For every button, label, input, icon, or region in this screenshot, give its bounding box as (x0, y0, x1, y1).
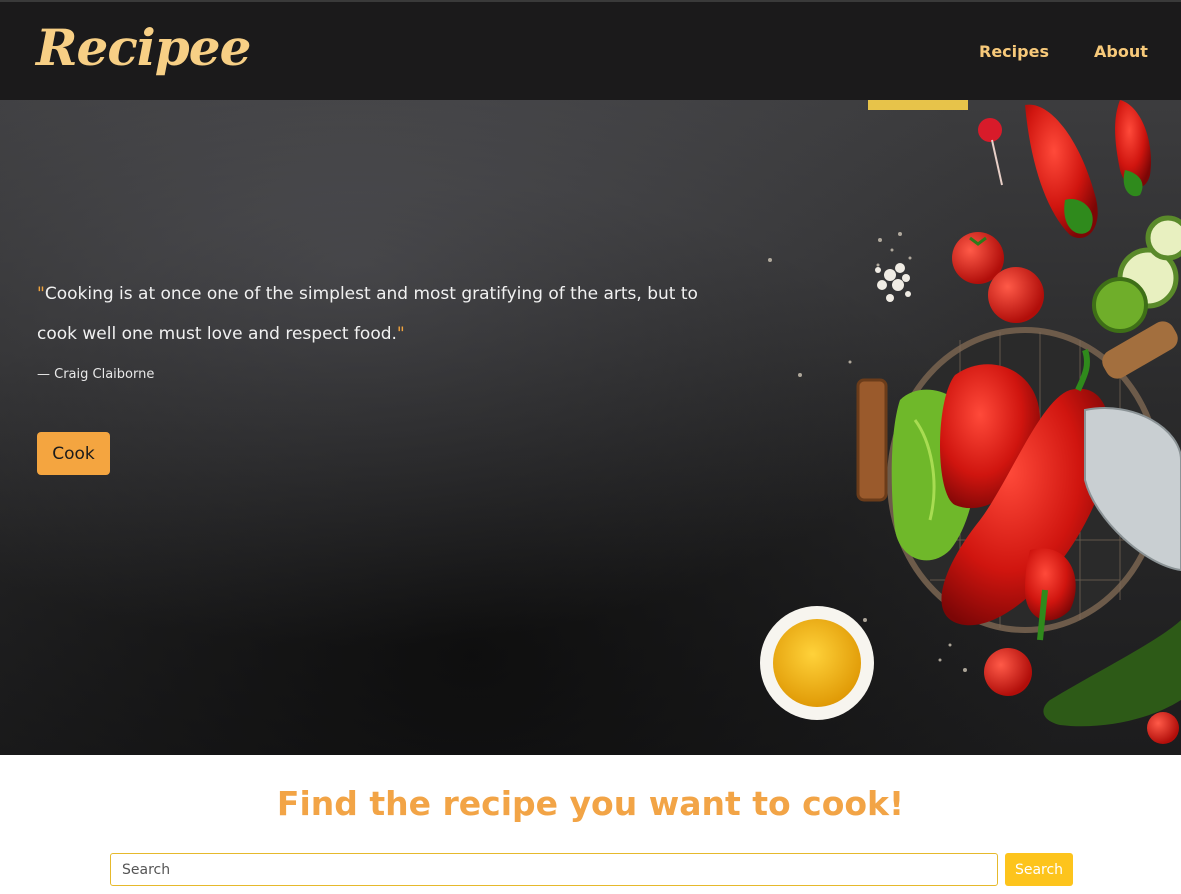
nav-link-recipes[interactable]: Recipes (979, 42, 1049, 61)
search-heading: Find the recipe you want to cook! (276, 784, 905, 823)
nav-link-about[interactable]: About (1094, 42, 1148, 61)
quote-close-mark: " (396, 324, 405, 344)
hero-section: "Cooking is at once one of the simplest … (0, 100, 1181, 755)
logo[interactable]: Recipee (36, 18, 251, 77)
search-input[interactable] (110, 853, 998, 886)
search-button[interactable]: Search (1005, 853, 1073, 886)
hero-quote: "Cooking is at once one of the simplest … (37, 274, 717, 354)
cook-button[interactable]: Cook (37, 432, 110, 475)
vegetables-image (760, 100, 1181, 744)
quote-open-mark: " (37, 284, 45, 304)
quote-text: Cooking is at once one of the simplest a… (37, 284, 698, 344)
quote-author: — Craig Claiborne (37, 367, 155, 382)
navbar: Recipee Recipes About (0, 2, 1181, 100)
